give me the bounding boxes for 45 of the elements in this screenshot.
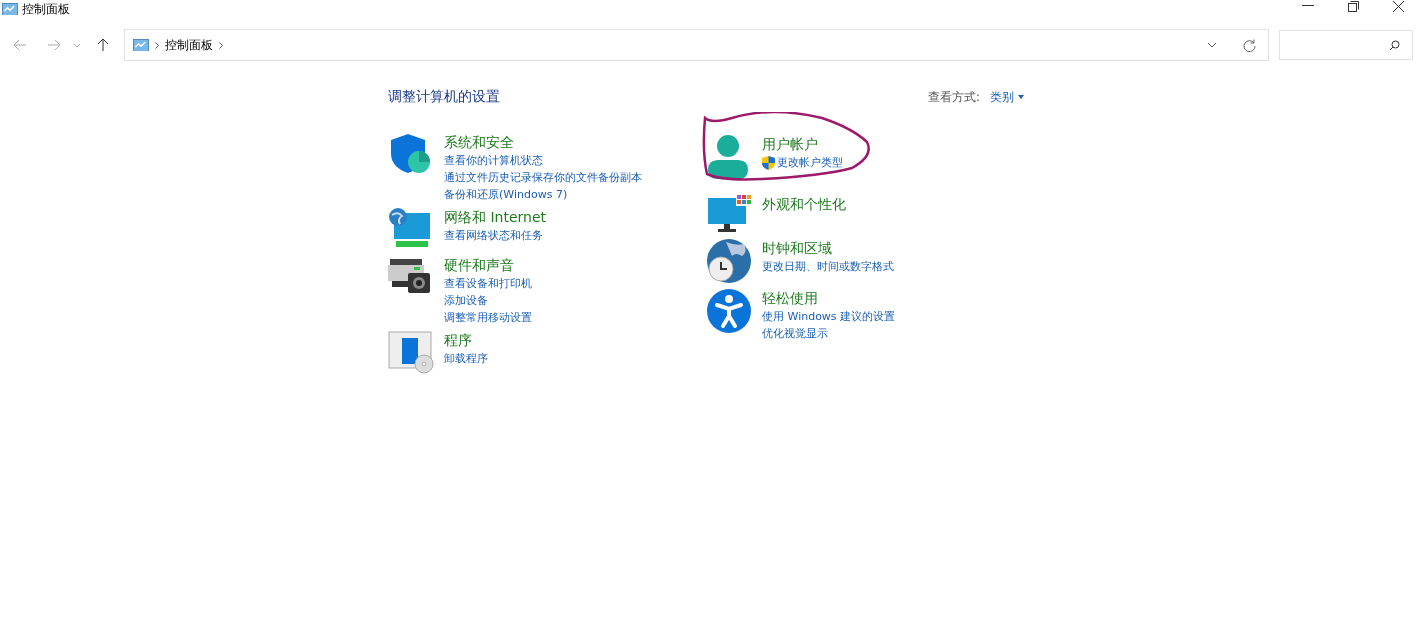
category-title-link[interactable]: 轻松使用 <box>762 288 896 308</box>
page-heading: 调整计算机的设置 <box>388 88 500 106</box>
category-title-link[interactable]: 硬件和声音 <box>444 255 532 275</box>
category-title-link[interactable]: 外观和个性化 <box>762 194 846 214</box>
address-bar[interactable]: 控制面板 <box>124 29 1269 61</box>
task-link[interactable]: 查看设备和打印机 <box>444 275 532 292</box>
breadcrumb[interactable]: 控制面板 <box>165 36 213 54</box>
category-title-link[interactable]: 网络和 Internet <box>444 207 547 227</box>
task-link[interactable]: 查看网络状态和任务 <box>444 227 547 244</box>
close-icon[interactable] <box>1393 0 1404 12</box>
category-title-link[interactable]: 用户帐户 <box>762 134 843 154</box>
minimize-icon[interactable] <box>1302 5 1314 7</box>
chevron-icon[interactable] <box>219 41 223 49</box>
category-title-link[interactable]: 系统和安全 <box>444 132 642 152</box>
caret-icon <box>1018 95 1024 99</box>
task-link[interactable]: 优化视觉显示 <box>762 325 896 342</box>
up-arrow-icon[interactable] <box>97 38 109 52</box>
search-icon <box>1389 39 1400 51</box>
task-link[interactable]: 更改帐户类型 <box>762 154 843 171</box>
chevron-icon[interactable] <box>155 41 159 49</box>
task-link[interactable]: 添加设备 <box>444 292 532 309</box>
task-link[interactable]: 卸载程序 <box>444 350 488 367</box>
globe-clock-icon <box>706 238 752 284</box>
control-panel-icon <box>2 2 18 16</box>
task-link[interactable]: 更改日期、时间或数字格式 <box>762 258 894 275</box>
search-field[interactable] <box>1279 30 1413 60</box>
user-icon <box>706 134 750 180</box>
category-title-link[interactable]: 时钟和区域 <box>762 238 894 258</box>
task-link[interactable]: 使用 Windows 建议的设置 <box>762 308 896 325</box>
dropdown-caret-icon[interactable] <box>1207 42 1217 48</box>
task-link[interactable]: 备份和还原(Windows 7) <box>444 186 642 203</box>
task-link[interactable]: 查看你的计算机状态 <box>444 152 642 169</box>
refresh-icon[interactable] <box>1243 38 1256 52</box>
restore-icon[interactable] <box>1348 0 1359 12</box>
monitor-icon <box>706 194 752 234</box>
view-by-label: 查看方式: <box>927 88 980 106</box>
window-title: 控制面板 <box>22 0 70 18</box>
accessibility-icon <box>706 288 752 334</box>
view-by-dropdown[interactable]: 类别 <box>990 88 1024 106</box>
category-title-link[interactable]: 程序 <box>444 330 488 350</box>
program-window-icon <box>388 330 434 374</box>
task-link[interactable]: 通过文件历史记录保存你的文件备份副本 <box>444 169 642 186</box>
control-panel-icon <box>133 38 149 52</box>
task-link[interactable]: 调整常用移动设置 <box>444 309 532 326</box>
shield-icon <box>388 132 430 174</box>
